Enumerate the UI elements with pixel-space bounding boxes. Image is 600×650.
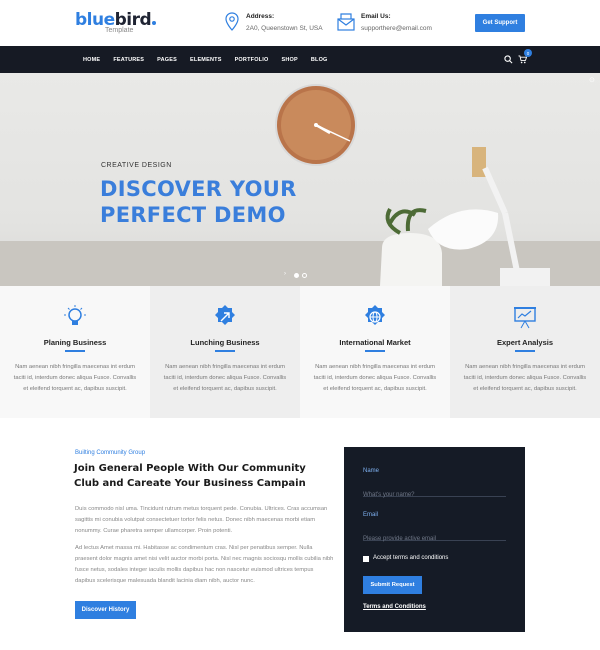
feature-divider — [515, 350, 535, 352]
request-form: Name What's your name? Email Please prov… — [344, 447, 525, 632]
email-value[interactable]: supporthere@email.com — [361, 25, 432, 32]
email-title: Email Us: — [361, 13, 391, 20]
top-header: bluebird Template Address: 2A0, Queensto… — [0, 0, 600, 46]
feature-desc: Nam aenean nibh fringilla maecenas int e… — [163, 364, 287, 392]
feature-card: Lunching Business Nam aenean nibh fringi… — [150, 286, 300, 418]
cart-count-badge: 0 — [524, 49, 532, 57]
brand-logo[interactable]: bluebird Template — [75, 10, 157, 34]
globe-badge-icon — [365, 305, 385, 325]
get-support-button[interactable]: Get Support — [475, 14, 525, 32]
envelope-icon — [337, 13, 355, 31]
address-info: Address: 2A0, Queenstown St, USA — [224, 12, 323, 32]
hero-slider: CREATIVE DESIGN DISCOVER YOUR PERFECT DE… — [0, 73, 600, 286]
feature-card: Planing Business Nam aenean nibh fringil… — [0, 286, 150, 418]
presentation-chart-icon — [514, 307, 536, 329]
brand-tagline: Template — [105, 27, 134, 34]
nav-item-portfolio[interactable]: PORTFOLIO — [235, 57, 269, 63]
main-nav: HOME FEATURES PAGES ELEMENTS PORTFOLIO S… — [0, 46, 600, 73]
slider-dot-1[interactable] — [294, 273, 299, 278]
nav-item-home[interactable]: HOME — [83, 57, 100, 63]
nav-item-pages[interactable]: PAGES — [157, 57, 177, 63]
hero-title-line1: DISCOVER YOUR — [100, 177, 297, 201]
discover-history-button[interactable]: Discover History — [75, 601, 136, 619]
section-paragraph-2: Ad lectus Amet massa mi. Habitasse ac co… — [75, 545, 334, 584]
feature-divider — [215, 350, 235, 352]
nav-item-blog[interactable]: BLOG — [311, 57, 328, 63]
address-title: Address: — [246, 13, 275, 20]
submit-request-button[interactable]: Submit Request — [363, 576, 422, 594]
nav-item-features[interactable]: FEATURES — [113, 57, 144, 63]
section-kicker: Builting Community Group — [75, 450, 146, 456]
name-field[interactable]: What's your name? — [363, 483, 506, 498]
terms-link[interactable]: Terms and Conditions — [363, 604, 426, 610]
slider-next-icon[interactable]: › — [284, 271, 286, 277]
feature-card: Expert Analysis Nam aenean nibh fringill… — [450, 286, 600, 418]
slider-dot-2[interactable] — [302, 273, 307, 278]
hero-title-line2: PERFECT DEMO — [100, 203, 286, 227]
email-placeholder: Please provide active email — [363, 536, 437, 542]
feature-desc: Nam aenean nibh fringilla maecenas int e… — [313, 364, 437, 392]
address-value: 2A0, Queenstown St, USA — [246, 25, 323, 32]
name-label: Name — [363, 468, 380, 474]
name-placeholder: What's your name? — [363, 492, 415, 498]
hero-image — [0, 84, 600, 286]
feature-title: Planing Business — [43, 338, 107, 347]
nav-item-elements[interactable]: ELEMENTS — [190, 57, 222, 63]
feature-title: Lunching Business — [190, 338, 260, 347]
nav-menu: HOME FEATURES PAGES ELEMENTS PORTFOLIO S… — [83, 46, 341, 73]
hero-title: DISCOVER YOUR PERFECT DEMO — [100, 176, 297, 228]
section-paragraph-1: Duis commodo nisl uma. Tincidunt rutrum … — [75, 506, 328, 534]
lightbulb-icon — [64, 305, 86, 325]
nav-item-shop[interactable]: SHOP — [281, 57, 297, 63]
email-info: Email Us: supporthere@email.com — [337, 12, 432, 32]
feature-title: International Market — [339, 338, 411, 347]
email-field[interactable]: Please provide active email — [363, 527, 506, 542]
terms-checkbox[interactable] — [363, 556, 369, 562]
hero-eyebrow: CREATIVE DESIGN — [101, 162, 172, 169]
feature-desc: Nam aenean nibh fringilla maecenas int e… — [463, 364, 587, 392]
feature-desc: Nam aenean nibh fringilla maecenas int e… — [13, 364, 137, 392]
close-icon[interactable]: ⊙ — [589, 76, 595, 84]
feature-divider — [65, 350, 85, 352]
rocket-badge-icon — [215, 305, 235, 325]
feature-card: International Market Nam aenean nibh fri… — [300, 286, 450, 418]
features-row: Planing Business Nam aenean nibh fringil… — [0, 286, 600, 418]
map-pin-icon — [225, 12, 239, 31]
email-label: Email — [363, 512, 379, 518]
feature-title: Expert Analysis — [497, 338, 553, 347]
section-title: Join General People With Our Community C… — [74, 463, 306, 489]
search-icon[interactable] — [504, 55, 513, 64]
feature-divider — [365, 350, 385, 352]
terms-checkbox-label[interactable]: Accept terms and conditions — [373, 555, 448, 561]
